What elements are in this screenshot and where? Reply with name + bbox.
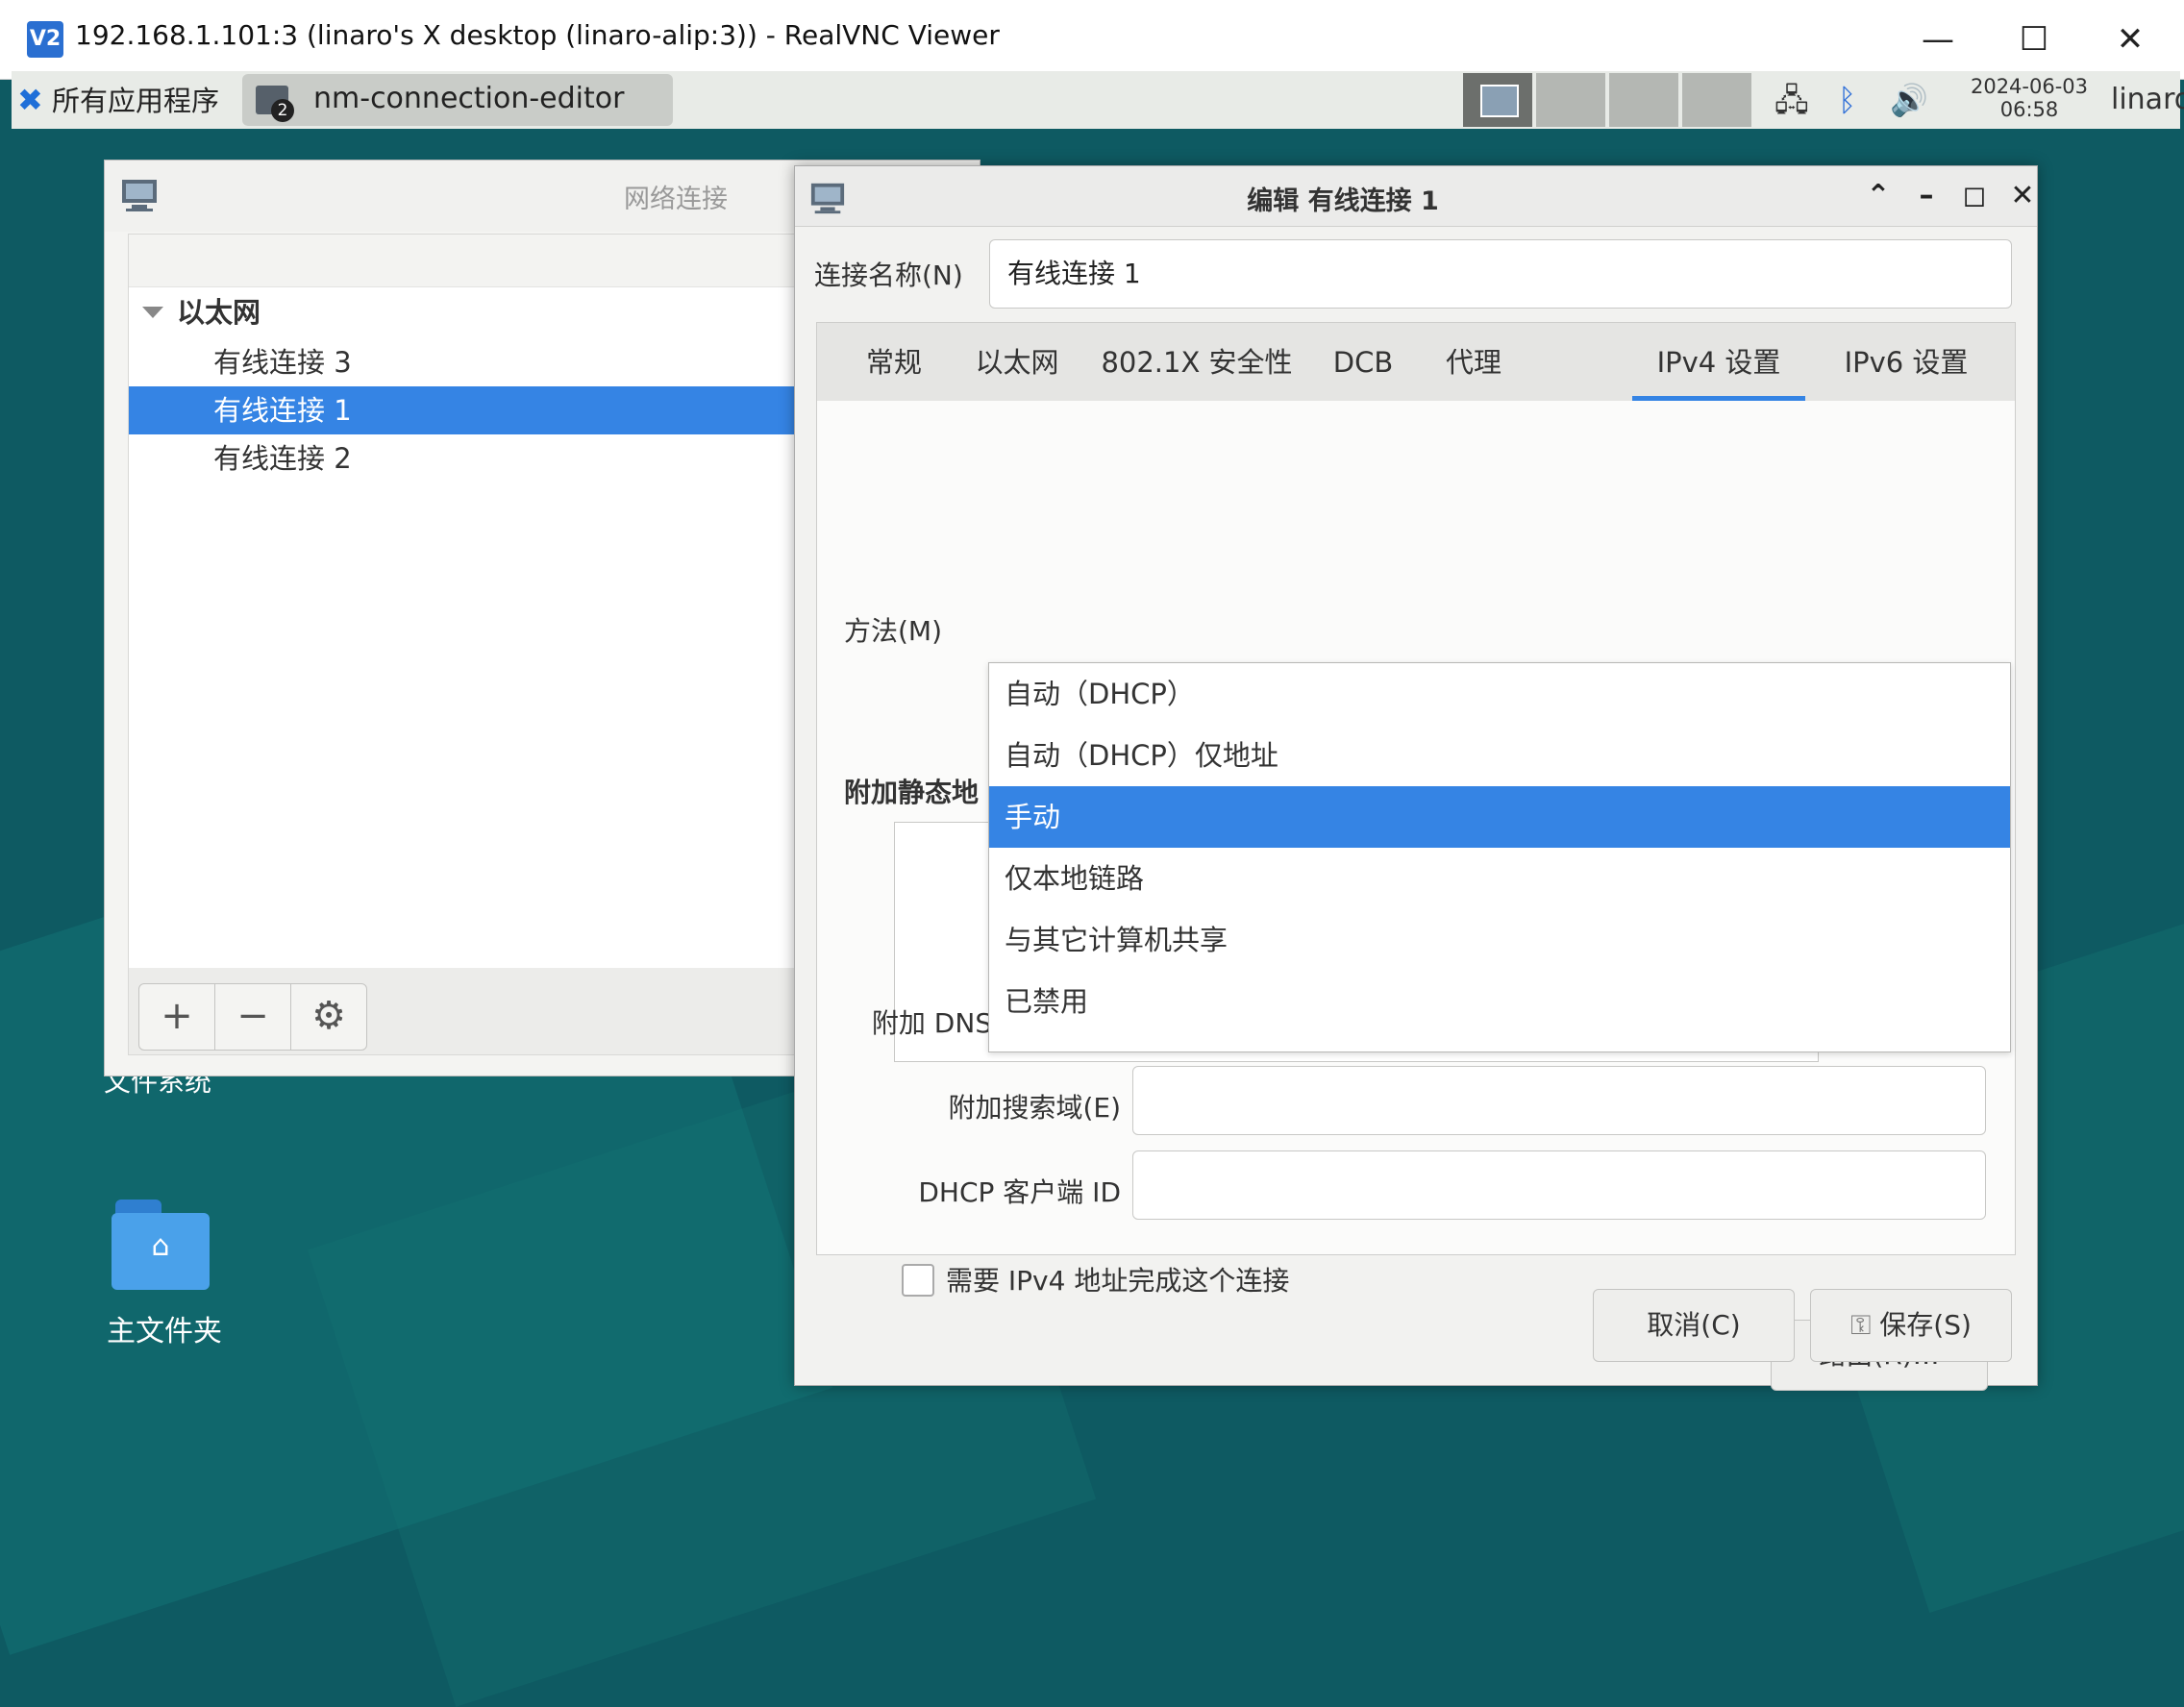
- cancel-button[interactable]: 取消(C): [1593, 1289, 1795, 1362]
- method-label: 方法(M): [844, 615, 943, 647]
- remote-taskbar: ✖ 所有应用程序 2 nm-connection-editor 🖧 ᛒ 🔊 20…: [12, 71, 2184, 129]
- method-option-shared[interactable]: 与其它计算机共享: [989, 909, 2010, 971]
- realvnc-logo-icon: V2: [27, 21, 63, 58]
- home-folder-icon[interactable]: ⌂: [112, 1200, 210, 1290]
- clock-date: 2024-06-03: [1970, 75, 2089, 98]
- tab-ipv4-settings[interactable]: IPv4 设置: [1632, 323, 1805, 402]
- group-ethernet[interactable]: 以太网: [129, 288, 898, 336]
- method-dropdown-list: 自动（DHCP） 自动（DHCP）仅地址 手动 仅本地链路 与其它计算机共享 已…: [988, 662, 2011, 1052]
- tab-proxy[interactable]: 代理: [1415, 323, 1532, 402]
- connection-item[interactable]: 有线连接 2: [129, 434, 898, 482]
- tab-ipv6-settings[interactable]: IPv6 设置: [1817, 323, 1996, 402]
- connection-item-label: 有线连接 1: [213, 394, 352, 427]
- additional-static-address-label: 附加静态地址: [844, 777, 979, 808]
- ipv4-settings-panel: 方法(M) 附加静态地址 附加 DNS 服务器(V) 附加搜索域(E) DHCP…: [816, 401, 2016, 1391]
- edit-connection-dialog: 编辑 有线连接 1 ⌃ – ◻ ✕ 连接名称(N) 常规 以太网 802.1X …: [794, 165, 2038, 1391]
- dhcp-client-id-label: DHCP 客户端 ID: [918, 1176, 1121, 1208]
- connection-toolbar: + − ⚙: [128, 968, 899, 1055]
- tab-8021x-security[interactable]: 802.1X 安全性: [1082, 323, 1311, 402]
- dialog-close-button[interactable]: ✕: [2000, 176, 2045, 216]
- workspace-window-icon: [1480, 85, 1519, 117]
- connection-list: 以太网 有线连接 3 有线连接 1 有线连接 2: [128, 234, 899, 970]
- method-option-disabled[interactable]: 已禁用: [989, 971, 2010, 1032]
- expander-icon[interactable]: [142, 307, 163, 318]
- tab-ethernet[interactable]: 以太网: [952, 323, 1082, 402]
- dialog-minimize-button[interactable]: –: [1904, 176, 1948, 216]
- settings-tabs: 常规 以太网 802.1X 安全性 DCB 代理 IPv4 设置 IPv6 设置: [816, 322, 2016, 403]
- workspace-3[interactable]: [1609, 73, 1678, 127]
- method-option-dhcp-address-only[interactable]: 自动（DHCP）仅地址: [989, 725, 2010, 786]
- home-folder-label[interactable]: 主文件夹: [92, 1307, 236, 1349]
- list-header-row: [129, 235, 898, 287]
- vnc-close-button[interactable]: ✕: [2082, 0, 2178, 79]
- dialog-header: 编辑 有线连接 1 ⌃ – ◻ ✕: [795, 166, 2037, 227]
- apps-menu-button[interactable]: ✖ 所有应用程序: [17, 71, 219, 129]
- volume-icon[interactable]: 🔊: [1890, 79, 1928, 121]
- vnc-maximize-button[interactable]: ☐: [1986, 0, 2082, 79]
- save-button-label: 保存(S): [1879, 1309, 1972, 1341]
- dialog-title: 编辑 有线连接 1: [1247, 186, 1439, 216]
- connection-item-label: 有线连接 3: [213, 346, 352, 379]
- tab-general[interactable]: 常规: [836, 323, 952, 402]
- network-window-icon: [122, 180, 157, 211]
- connection-item[interactable]: 有线连接 3: [129, 338, 898, 386]
- workspace-1[interactable]: [1463, 73, 1532, 127]
- add-connection-button[interactable]: +: [138, 983, 215, 1051]
- vnc-titlebar: V2 192.168.1.101:3 (linaro's X desktop (…: [0, 0, 2184, 80]
- vnc-window-title: 192.168.1.101:3 (linaro's X desktop (lin…: [75, 19, 1000, 51]
- key-icon: ⚿: [1850, 1309, 1880, 1341]
- save-button[interactable]: ⚿ 保存(S): [1810, 1289, 2012, 1362]
- chevron-up-icon[interactable]: ⌃: [1856, 176, 1900, 216]
- connection-name-label: 连接名称(N): [814, 260, 963, 291]
- connection-settings-button[interactable]: ⚙: [290, 983, 367, 1051]
- connection-name-input[interactable]: [989, 239, 2012, 309]
- connection-item-label: 有线连接 2: [213, 442, 352, 475]
- clock-time: 06:58: [1999, 98, 2059, 121]
- apps-menu-label: 所有应用程序: [52, 85, 220, 117]
- workspace-4[interactable]: [1682, 73, 1751, 127]
- require-ipv4-checkbox[interactable]: [902, 1264, 934, 1297]
- method-option-dhcp[interactable]: 自动（DHCP）: [989, 663, 2010, 725]
- bluetooth-icon[interactable]: ᛒ: [1838, 79, 1856, 121]
- taskbar-window-button[interactable]: 2 nm-connection-editor: [242, 74, 673, 126]
- dialog-maximize-button[interactable]: ◻: [1952, 176, 1997, 216]
- connection-item-selected[interactable]: 有线连接 1: [129, 386, 898, 434]
- method-option-link-local[interactable]: 仅本地链路: [989, 848, 2010, 909]
- search-domains-label: 附加搜索域(E): [948, 1092, 1121, 1124]
- method-option-manual[interactable]: 手动: [989, 786, 2010, 848]
- network-tray-icon[interactable]: 🖧: [1774, 79, 1809, 121]
- xfce-logo-icon: ✖: [17, 82, 43, 118]
- vnc-minimize-button[interactable]: —: [1890, 0, 1986, 79]
- taskbar-window-label: nm-connection-editor: [313, 82, 625, 115]
- dhcp-client-id-input[interactable]: [1132, 1150, 1986, 1220]
- user-menu[interactable]: linaro: [2111, 79, 2184, 121]
- workspace-2[interactable]: [1536, 73, 1605, 127]
- network-window-title: 网络连接: [624, 185, 728, 214]
- require-ipv4-label[interactable]: 需要 IPv4 地址完成这个连接: [946, 1260, 1289, 1299]
- search-domains-input[interactable]: [1132, 1066, 1986, 1135]
- remove-connection-button[interactable]: −: [214, 983, 291, 1051]
- clock[interactable]: 2024-06-03 06:58: [1959, 75, 2099, 121]
- tab-dcb[interactable]: DCB: [1311, 323, 1415, 402]
- group-ethernet-label: 以太网: [177, 296, 261, 329]
- house-icon: ⌂: [151, 1229, 170, 1263]
- window-count-badge: 2: [271, 99, 294, 122]
